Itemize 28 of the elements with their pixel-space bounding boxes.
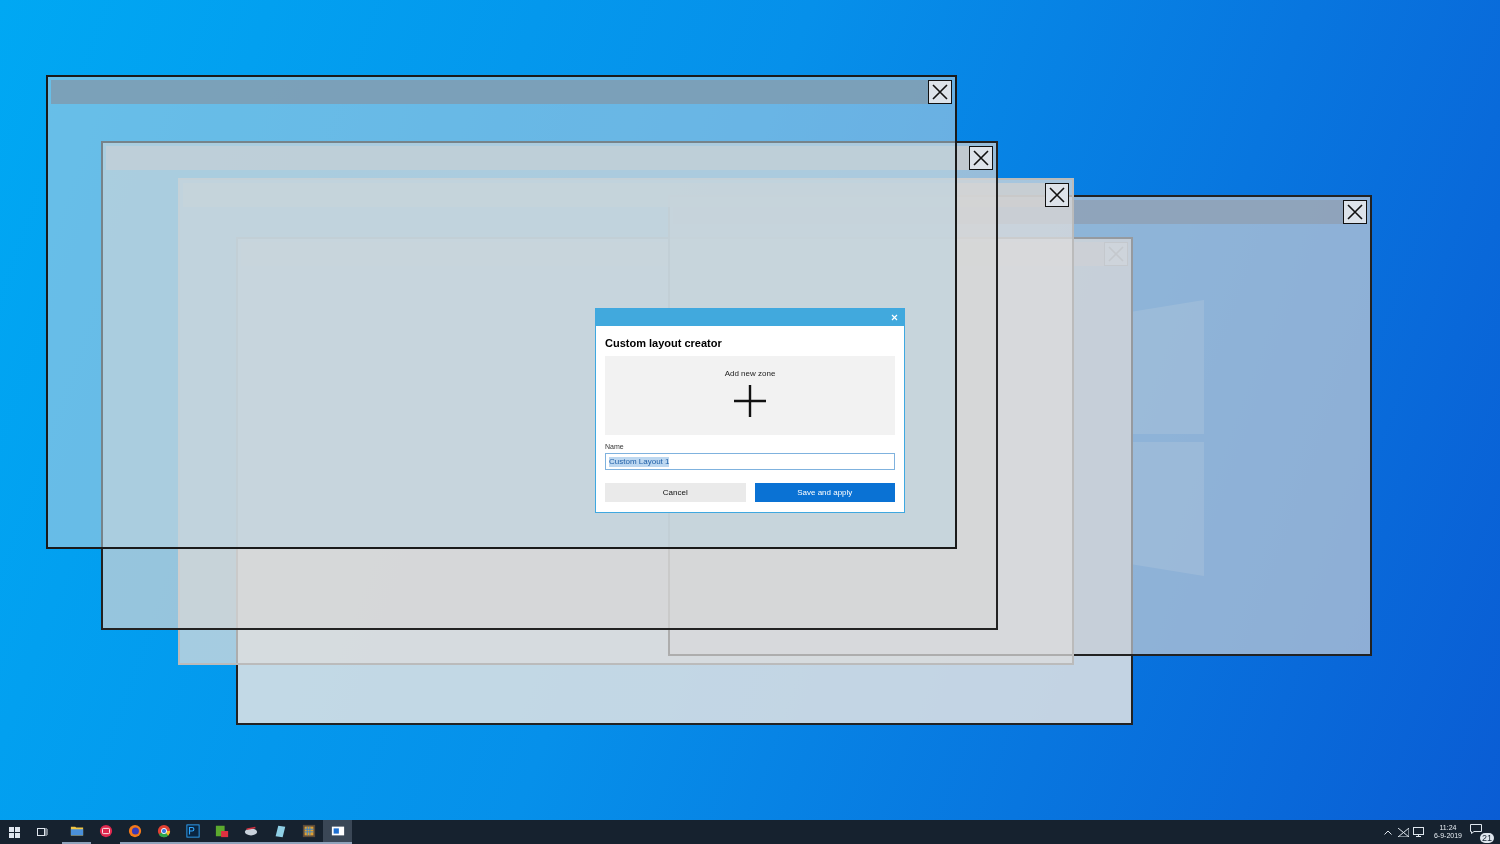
disc-icon — [243, 824, 258, 838]
task-view-icon[interactable] — [37, 827, 48, 837]
close-icon[interactable] — [928, 80, 952, 104]
add-zone-button[interactable]: Add new zone — [605, 356, 895, 435]
ps-icon — [185, 824, 200, 838]
close-icon[interactable] — [969, 146, 993, 170]
folder-icon — [69, 824, 84, 838]
save-button[interactable]: Save and apply — [754, 483, 895, 502]
globe-icon — [127, 824, 142, 838]
camera-icon — [98, 824, 113, 838]
taskbar-app-button[interactable] — [323, 820, 352, 844]
window-icon — [330, 824, 345, 838]
cancel-button[interactable]: Cancel — [605, 483, 746, 502]
notification-count: 21 — [1480, 833, 1494, 843]
close-icon[interactable] — [1343, 200, 1367, 224]
dialog-title: Custom layout creator — [605, 336, 723, 350]
notification-button[interactable]: 21 — [1470, 821, 1494, 843]
gift-icon — [214, 824, 229, 838]
chevron-up-icon[interactable] — [1383, 829, 1392, 835]
network-icon[interactable] — [1397, 827, 1409, 837]
close-icon[interactable] — [1045, 183, 1069, 207]
grid-icon — [301, 824, 316, 838]
start-icon[interactable] — [9, 826, 20, 838]
monitor-icon[interactable] — [1412, 827, 1424, 837]
wheel-icon — [156, 824, 171, 838]
notification-icon — [1470, 824, 1482, 834]
name-field[interactable]: Custom Layout 1 — [605, 453, 895, 470]
plus-icon — [734, 385, 766, 417]
